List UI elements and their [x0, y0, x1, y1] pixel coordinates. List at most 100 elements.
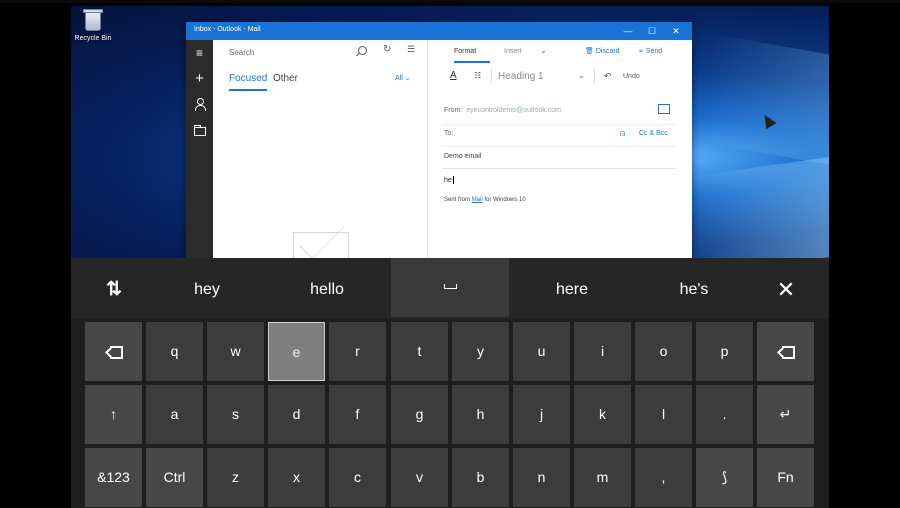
folders-button[interactable] [186, 120, 213, 142]
message-list-pane: Search ↻ ☰ Focused Other All ⌄ [213, 40, 428, 258]
suggestion-bar: ⇅ hey hello here he's ✕ [71, 258, 829, 319]
paragraph-format-icon[interactable]: ☷ [474, 71, 481, 80]
suggestion-item[interactable]: here [533, 258, 611, 319]
suggestion-item[interactable]: hey [167, 258, 247, 319]
to-field[interactable]: To: [444, 130, 453, 137]
key-g[interactable]: g [391, 385, 448, 444]
close-keyboard-icon[interactable]: ✕ [761, 258, 811, 319]
new-mail-button[interactable]: + [186, 68, 213, 90]
key-t[interactable]: t [391, 322, 448, 381]
key-d[interactable]: d [268, 385, 325, 444]
key-s[interactable]: s [207, 385, 264, 444]
discard-label: Discard [595, 48, 620, 55]
mail-link[interactable]: Mail [472, 197, 483, 203]
send-icon: ➢ [638, 48, 644, 55]
suggestion-item[interactable]: he's [655, 258, 733, 319]
key-m[interactable]: m [574, 448, 631, 507]
tab-insert[interactable]: Insert [504, 48, 522, 55]
recycle-bin-label: Recycle Bin [74, 35, 112, 42]
key-b[interactable]: b [452, 448, 509, 507]
close-window-button[interactable]: ✕ [664, 24, 688, 38]
shift-key[interactable]: ↑ [85, 385, 142, 444]
key-w[interactable]: w [207, 322, 264, 381]
font-format-icon[interactable]: A [450, 70, 457, 81]
key-o[interactable]: o [635, 322, 692, 381]
key-k[interactable]: k [574, 385, 631, 444]
tab-other[interactable]: Other [273, 73, 298, 84]
key-x[interactable]: x [268, 448, 325, 507]
key-n[interactable]: n [513, 448, 570, 507]
key-y[interactable]: y [452, 322, 509, 381]
subject-field[interactable]: Demo email [444, 153, 481, 160]
cc-bcc-button[interactable]: Cc & Bcc [639, 130, 668, 137]
key-h[interactable]: h [452, 385, 509, 444]
key-comma[interactable]: , [635, 448, 692, 507]
swipe-key[interactable]: ⟆ [696, 448, 753, 507]
from-field[interactable]: From: eyecontroldemo@outlook.com [444, 107, 561, 114]
divider [442, 146, 676, 147]
person-icon [195, 98, 206, 111]
popout-icon[interactable] [658, 104, 670, 114]
filter-dropdown[interactable]: All ⌄ [395, 74, 411, 82]
send-button[interactable]: ➢ Send [638, 47, 662, 55]
recycle-bin-shortcut[interactable]: Recycle Bin [71, 8, 115, 42]
search-input[interactable]: Search [229, 48, 254, 57]
maximize-button[interactable]: ☐ [640, 24, 664, 38]
search-icon[interactable] [358, 46, 367, 55]
key-u[interactable]: u [513, 322, 570, 381]
key-c[interactable]: c [329, 448, 386, 507]
key-r[interactable]: r [329, 322, 386, 381]
backspace-key[interactable] [757, 322, 814, 381]
trash-icon: 🗑 [585, 48, 594, 55]
screen: Recycle Bin Inbox - Outlook - Mail — ☐ ✕… [0, 0, 900, 508]
message-body-input[interactable]: he [444, 176, 454, 184]
key-j[interactable]: j [513, 385, 570, 444]
key-q[interactable]: q [146, 322, 203, 381]
key-p[interactable]: p [696, 322, 753, 381]
tab-format[interactable]: Format [454, 48, 490, 63]
chevron-down-icon[interactable]: ⌄ [578, 71, 585, 80]
space-icon [443, 284, 457, 290]
key-f[interactable]: f [329, 385, 386, 444]
key-i[interactable]: i [574, 322, 631, 381]
signature-text: Sent from Mail for Windows 10 [444, 197, 526, 203]
chevron-down-icon[interactable]: ⌄ [540, 46, 547, 55]
sync-icon[interactable]: ↻ [383, 44, 391, 55]
wallpaper-light-beam [711, 33, 829, 169]
title-bar: Inbox - Outlook - Mail — ☐ ✕ [186, 22, 692, 40]
minimize-button[interactable]: — [616, 24, 640, 38]
people-picker-icon[interactable]: ⍝ [620, 128, 625, 139]
backspace-icon [776, 345, 795, 359]
style-dropdown[interactable]: Heading 1 [498, 71, 544, 82]
accounts-button[interactable] [186, 94, 213, 116]
recycle-bin-icon [82, 8, 104, 32]
empty-inbox-envelope-icon [293, 232, 349, 258]
undo-button[interactable]: Undo [623, 73, 640, 80]
send-label: Send [645, 48, 663, 55]
key-a[interactable]: a [146, 385, 203, 444]
numbers-key[interactable]: &123 [85, 448, 142, 507]
select-mode-icon[interactable]: ☰ [407, 44, 415, 55]
from-address: eyecontroldemo@outlook.com [466, 107, 561, 114]
tab-focused[interactable]: Focused [229, 73, 268, 91]
ctrl-key[interactable]: Ctrl [146, 448, 203, 507]
from-label: From: [444, 107, 463, 114]
key-z[interactable]: z [207, 448, 264, 507]
key-e[interactable]: e [268, 322, 325, 381]
space-suggestion-button[interactable] [391, 258, 509, 317]
key-v[interactable]: v [391, 448, 448, 507]
compose-pane: Format Insert ⌄ 🗑 Discard ➢ Send A ☷ Hea… [428, 40, 692, 258]
fn-key[interactable]: Fn [757, 448, 814, 507]
mail-window: Inbox - Outlook - Mail — ☐ ✕ ≡ + Search … [186, 22, 692, 258]
folder-icon [193, 125, 206, 137]
divider [594, 68, 595, 84]
enter-key[interactable]: ↵ [757, 385, 814, 444]
discard-button[interactable]: 🗑 Discard [585, 47, 620, 55]
backspace-key[interactable] [85, 322, 142, 381]
undo-icon[interactable]: ↶ [604, 71, 612, 82]
hamburger-menu-button[interactable]: ≡ [186, 42, 213, 64]
key-period[interactable]: . [696, 385, 753, 444]
suggestion-item[interactable]: hello [287, 258, 367, 319]
key-l[interactable]: l [635, 385, 692, 444]
swap-layout-icon[interactable]: ⇅ [89, 258, 139, 319]
